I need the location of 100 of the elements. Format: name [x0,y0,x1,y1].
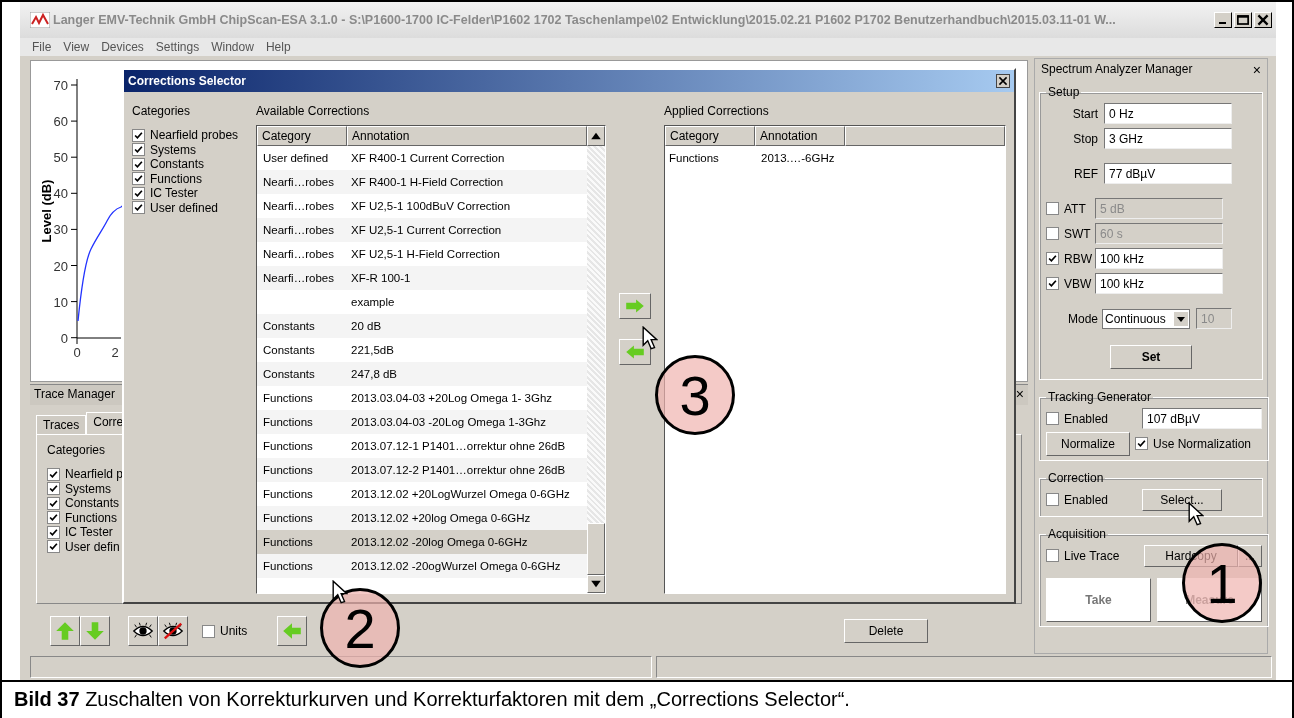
menu-item[interactable]: View [63,40,90,54]
checkbox[interactable] [132,186,145,200]
scroll-down-button[interactable] [587,575,605,593]
input-field[interactable]: 0 Hz [1104,103,1232,124]
input-field[interactable]: 100 kHz [1095,248,1223,269]
table-row[interactable]: Functions 2013.12.02 +20log Omega 0-6GHz [257,506,587,530]
checkbox[interactable] [47,540,60,554]
table-cell-text: Functions [668,152,720,164]
menu-item[interactable]: File [32,40,52,54]
close-button[interactable]: × [1015,387,1024,403]
column-header[interactable]: Category [665,126,755,146]
input-field[interactable]: 77 dBµV [1104,163,1232,184]
checkbox[interactable] [132,172,145,186]
tick-label: 0 [73,345,81,360]
set-button[interactable]: Set [1110,345,1192,369]
table-row[interactable]: Functions 2013.03.04-03 -20Log Omega 1-3Ghz [257,410,587,434]
axis-title: Level (dB) [39,179,54,243]
scroll-thumb[interactable] [587,523,605,575]
field-label: Stop [1072,131,1098,146]
input-field[interactable]: 107 dBµV [1142,408,1262,429]
input-field[interactable]: 3 GHz [1104,128,1232,149]
checkbox-label: Nearfield p [65,467,124,482]
close-button[interactable] [996,74,1010,88]
input-field[interactable]: 100 kHz [1095,273,1223,294]
table-cell-text: Functions [262,440,314,452]
close-button[interactable]: × [1252,62,1261,78]
tab[interactable]: Traces [36,415,87,434]
table-cell-text: Functions [262,488,314,500]
table-cell-text: 221,5dB [350,344,395,356]
mode-dropdown[interactable]: Continuous [1102,308,1190,329]
table-cell-text: Functions [262,512,314,524]
checkbox[interactable] [47,525,60,539]
crossed-eye-icon [162,620,184,642]
checkbox-label: Live Trace [1064,548,1121,563]
table-row[interactable]: Constants 247,8 dB [257,362,587,386]
checkbox[interactable] [47,467,60,481]
table-row[interactable]: Functions 2013.07.12-2 P1401…orrektur ohne 26dB [257,458,587,482]
field-label: REF [1073,166,1098,181]
column-header[interactable]: Annotation [347,126,587,146]
minimize-icon [1219,22,1226,24]
checkbox[interactable] [132,143,145,157]
table-row[interactable]: Functions 2013.12.02 -20log Omega 0-6GHz [257,530,587,554]
move-down-button[interactable] [80,616,110,646]
checkbox[interactable] [1046,202,1059,215]
table-cell-text: Nearfi…robes [262,272,335,284]
checkbox[interactable] [202,624,215,638]
normalize-button[interactable]: Normalize [1046,431,1130,456]
maximize-button[interactable] [1234,12,1252,28]
menu-item[interactable]: Devices [101,40,144,54]
checkbox[interactable] [1046,252,1059,265]
menu-item[interactable]: Window [211,40,254,54]
table-row[interactable]: Constants 20 dB [257,314,587,338]
column-header[interactable]: Category [257,126,347,146]
arrow-right-icon [624,297,646,315]
take-button[interactable]: Take [1046,578,1151,622]
checkbox[interactable] [1135,437,1148,450]
table-cell-text: Functions [262,536,314,548]
checkbox[interactable] [1046,412,1059,425]
minimize-button[interactable] [1214,12,1232,28]
checkbox[interactable] [132,128,145,142]
checkbox[interactable] [47,482,60,496]
table-cell-text: XF U2,5-1 H-Field Correction [350,248,501,260]
delete-button[interactable]: Delete [844,619,928,643]
checkbox[interactable] [1046,277,1059,290]
scroll-up-button[interactable] [587,126,605,146]
checkbox[interactable] [47,511,60,525]
table-row[interactable]: Nearfi…robes XF-R 100-1 [257,266,587,290]
table-cell-text: Functions [262,560,314,572]
show-button[interactable] [128,616,158,646]
list-title: Applied Corrections [664,104,770,118]
window-title: Langer EMV-Technik GmbH ChipScan-ESA 3.1.0 - S:\P1600-1700 IC-Felder\P1602 1702 Taschenlampe\02 Entwicklung\2015.02.21 P1602 P1702 Benutzerhandbuch\2015.03.11-01 W... [53,13,1117,27]
checkbox[interactable] [1046,549,1059,562]
checkbox-label: Enabled [1064,492,1110,507]
dialog-title: Corrections Selector [128,74,247,88]
checkbox[interactable] [1046,493,1059,506]
column-header[interactable]: Annotation [755,126,845,146]
checkbox[interactable] [47,496,60,510]
panel-title: Trace Manager [34,387,115,403]
table-cell-text: XF R400-1 Current Correction [350,152,506,164]
table-cell-text: 2013.12.02 +20LogWurzel Omega 0-6GHz [350,488,571,500]
table-row[interactable]: Nearfi…robes XF R400-1 H-Field Correction [257,170,587,194]
table-cell-text: 2013.03.04-03 +20Log Omega 1- 3Ghz [350,392,554,404]
checkbox[interactable] [132,201,145,215]
scrollbar[interactable] [587,146,605,593]
table-cell-text: Nearfi…robes [262,176,335,188]
group-title: Correction [1047,471,1105,485]
tick-label: 60 [53,114,68,130]
table-row[interactable]: Functions 2013.12.02 -20ogWurzel Omega 0-6GHz [257,554,587,578]
checkbox[interactable] [1046,227,1059,240]
table-cell-text: Functions [262,392,314,404]
checkbox[interactable] [132,157,145,171]
menu-item[interactable]: Settings [155,40,200,54]
table-row[interactable]: Nearfi…robes XF U2,5-1 Current Correction [257,218,587,242]
menu-item[interactable]: Help [265,40,291,54]
move-up-button[interactable] [50,616,80,646]
table-cell-text: 2013.12.02 +20log Omega 0-6GHz [350,512,532,524]
add-button[interactable] [619,293,651,319]
hide-button[interactable] [158,616,188,646]
checkbox-label: Constants [65,496,120,511]
select-button[interactable]: Select... [1142,488,1222,511]
